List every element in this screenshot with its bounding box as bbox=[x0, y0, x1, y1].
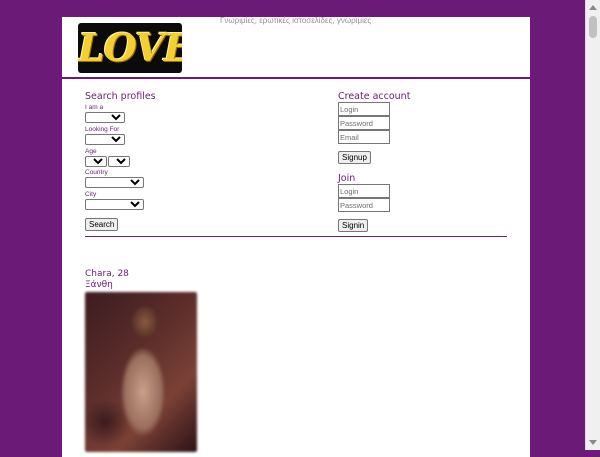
header-tagline: Γνωριμίες, ερωτικές ιστοσελίδες, γνωριμί… bbox=[220, 16, 372, 25]
search-button[interactable]: Search bbox=[85, 218, 119, 231]
site-logo[interactable]: LOVE bbox=[78, 23, 182, 73]
signup-password-field[interactable] bbox=[338, 116, 390, 130]
signin-login-field[interactable] bbox=[338, 184, 390, 198]
profile-name-age[interactable]: Chara, 28 bbox=[85, 269, 197, 280]
country-select[interactable] bbox=[85, 177, 144, 188]
country-label: Country bbox=[85, 169, 108, 176]
scroll-up-icon[interactable] bbox=[589, 5, 597, 10]
vertical-scrollbar[interactable] bbox=[585, 0, 600, 450]
age-range bbox=[85, 156, 285, 167]
profile-card[interactable]: Chara, 28 Ξάνθη bbox=[85, 269, 197, 452]
scrollbar-thumb[interactable] bbox=[589, 16, 597, 38]
search-profiles-title: Search profiles bbox=[85, 91, 156, 102]
logo-text: LOVE bbox=[78, 25, 182, 70]
iam-label: I am a bbox=[85, 104, 104, 111]
signup-button[interactable]: Signup bbox=[338, 151, 371, 164]
city-label: City bbox=[85, 191, 97, 198]
page-container: LOVE Γνωριμίες, ερωτικές ιστοσελίδες, γν… bbox=[62, 17, 530, 457]
profile-photo[interactable] bbox=[85, 292, 197, 452]
content-divider bbox=[85, 236, 507, 237]
city-select[interactable] bbox=[85, 199, 144, 210]
age-label: Age bbox=[85, 148, 97, 155]
signup-login-field[interactable] bbox=[338, 102, 390, 116]
age-to-select[interactable] bbox=[108, 156, 130, 167]
site-header: LOVE Γνωριμίες, ερωτικές ιστοσελίδες, γν… bbox=[62, 17, 530, 79]
join-title: Join bbox=[338, 173, 356, 184]
scroll-down-icon[interactable] bbox=[589, 440, 597, 445]
looking-for-select[interactable] bbox=[85, 134, 125, 145]
age-from-select[interactable] bbox=[85, 156, 107, 167]
signin-button[interactable]: Signin bbox=[338, 219, 369, 232]
signin-password-field[interactable] bbox=[338, 198, 390, 212]
profile-city: Ξάνθη bbox=[85, 280, 113, 290]
search-profiles-form: Search profiles I am a Looking For Age C… bbox=[85, 91, 285, 232]
signup-email-field[interactable] bbox=[338, 130, 390, 144]
iam-select[interactable] bbox=[85, 112, 125, 123]
create-account-title: Create account bbox=[338, 91, 411, 102]
account-panel: Create account Signup Join Signin bbox=[338, 91, 498, 233]
looking-for-label: Looking For bbox=[85, 126, 120, 133]
